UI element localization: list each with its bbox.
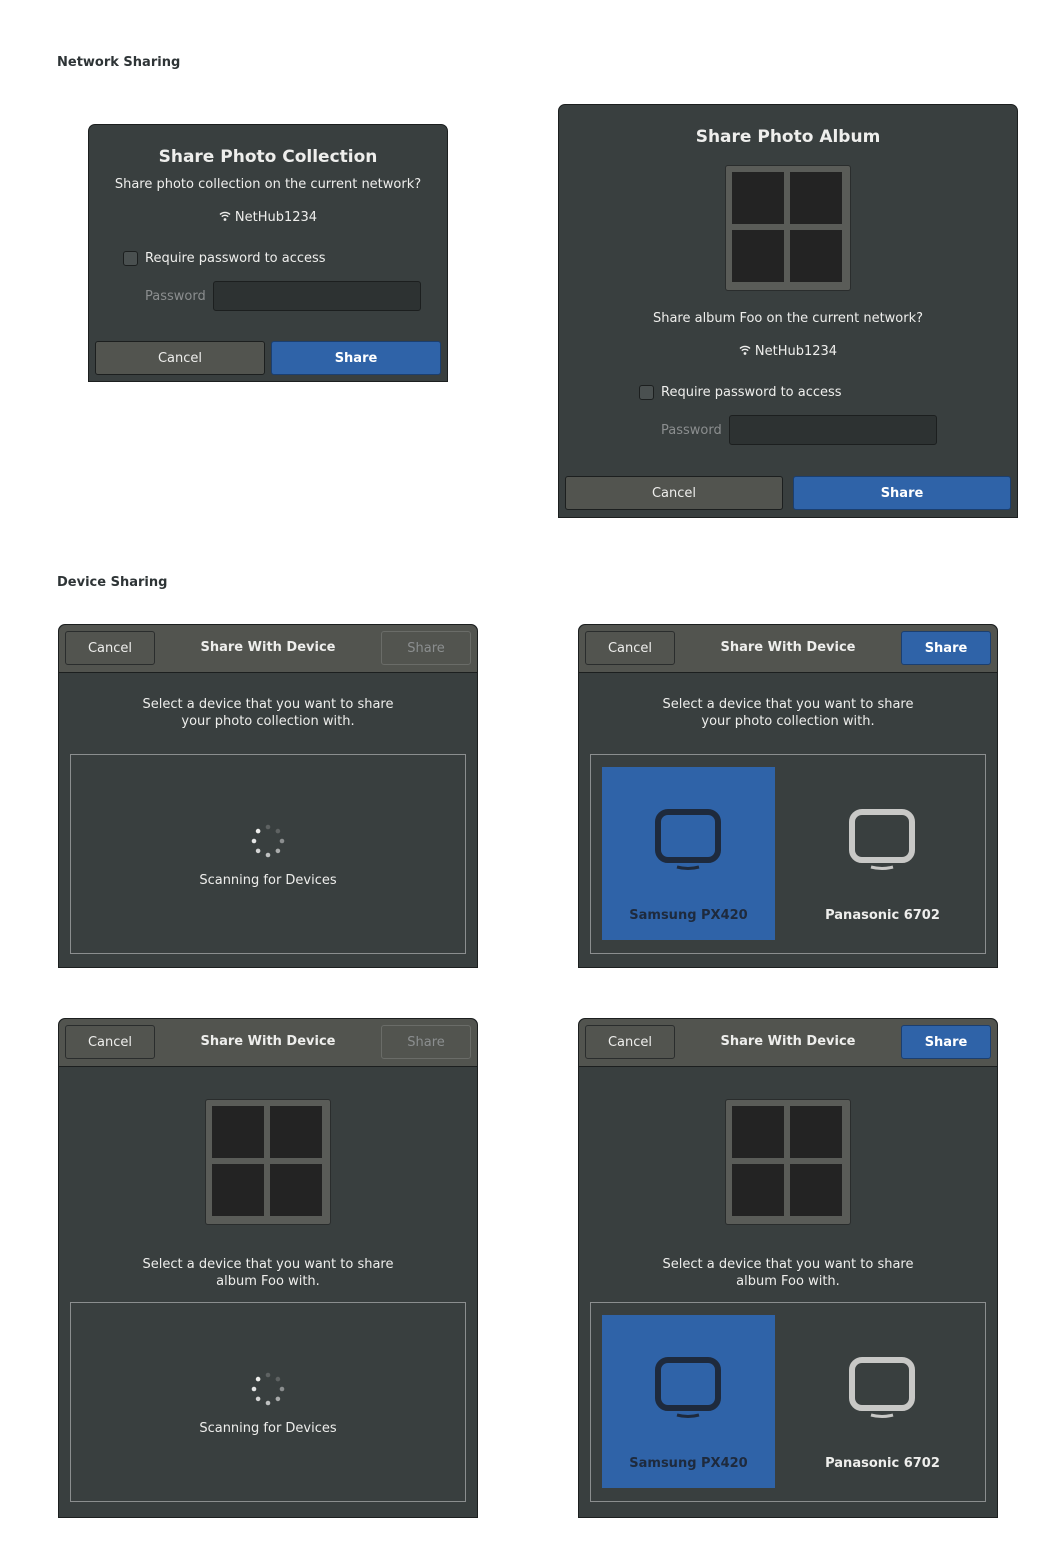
share-with-device-dialog-devices: Cancel Share With Device Share Select a … [578,624,998,968]
require-password-label: Require password to access [145,251,326,266]
prompt-line-1: Select a device that you want to share [662,697,914,712]
password-input[interactable] [729,415,937,445]
share-album-with-device-dialog-scanning: Cancel Share With Device Share Select a … [58,1018,478,1518]
prompt-line-2: your photo collection with. [701,714,875,729]
share-photo-collection-dialog: Share Photo Collection Share photo colle… [88,124,448,382]
spinner-icon [251,824,285,858]
require-password-row[interactable]: Require password to access [123,251,326,266]
dialog-title: Share Photo Collection [158,147,378,167]
headerbar: Cancel Share With Device Share [59,1019,477,1067]
share-button[interactable]: Share [901,1025,991,1059]
share-with-device-dialog-scanning: Cancel Share With Device Share Select a … [58,624,478,968]
section-title-network-sharing: Network Sharing [57,55,181,70]
share-photo-album-dialog: Share Photo Album Share album Foo on the… [558,104,1018,518]
require-password-checkbox[interactable] [639,385,654,400]
device-list: Samsung PX420 Panasonic 6702 [590,1302,986,1502]
scanning-label: Scanning for Devices [199,873,337,888]
password-label: Password [661,423,722,438]
share-question: Share photo collection on the current ne… [114,177,422,192]
headerbar: Cancel Share With Device Share [59,625,477,673]
wifi-icon [219,211,231,221]
prompt-line-1: Select a device that you want to share [142,1257,394,1272]
device-name: Samsung PX420 [629,908,748,923]
network-name: NetHub1234 [234,210,318,225]
scanning-label: Scanning for Devices [199,1421,337,1436]
require-password-row[interactable]: Require password to access [639,385,842,400]
password-label: Password [145,289,206,304]
prompt-line-2: your photo collection with. [181,714,355,729]
network-name: NetHub1234 [754,344,838,359]
device-tile[interactable]: Panasonic 6702 [796,1315,969,1488]
dialog-title: Share Photo Album [695,127,881,147]
device-tile-selected[interactable]: Samsung PX420 [602,767,775,940]
share-button[interactable]: Share [271,341,441,375]
tv-monitor-icon [849,809,915,870]
album-grid-icon [205,1099,331,1225]
tv-monitor-icon [655,1357,721,1418]
headerbar: Cancel Share With Device Share [579,625,997,673]
device-list: Samsung PX420 Panasonic 6702 [590,754,986,954]
album-grid-icon [725,1099,851,1225]
password-input[interactable] [213,281,421,311]
tv-monitor-icon [849,1357,915,1418]
device-list: Scanning for Devices [70,1302,466,1502]
prompt-line-2: album Foo with. [216,1274,320,1289]
tv-monitor-icon [655,809,721,870]
album-grid-icon [725,165,851,291]
share-question: Share album Foo on the current network? [652,311,924,326]
share-album-with-device-dialog-devices: Cancel Share With Device Share Select a … [578,1018,998,1518]
spinner-icon [251,1372,285,1406]
share-button[interactable]: Share [381,631,471,665]
device-name: Samsung PX420 [629,1456,748,1471]
device-name: Panasonic 6702 [825,908,940,923]
share-button[interactable]: Share [901,631,991,665]
device-name: Panasonic 6702 [825,1456,940,1471]
network-name-row: NetHub1234 [89,210,447,225]
cancel-button[interactable]: Cancel [95,341,265,375]
network-name-row: NetHub1234 [559,344,1017,359]
prompt-line-1: Select a device that you want to share [142,697,394,712]
require-password-checkbox[interactable] [123,251,138,266]
device-tile-selected[interactable]: Samsung PX420 [602,1315,775,1488]
section-title-device-sharing: Device Sharing [57,575,168,590]
share-button[interactable]: Share [793,476,1011,510]
prompt-line-2: album Foo with. [736,1274,840,1289]
device-tile[interactable]: Panasonic 6702 [796,767,969,940]
headerbar: Cancel Share With Device Share [579,1019,997,1067]
wifi-icon [739,345,751,355]
share-button[interactable]: Share [381,1025,471,1059]
device-list: Scanning for Devices [70,754,466,954]
require-password-label: Require password to access [661,385,842,400]
cancel-button[interactable]: Cancel [565,476,783,510]
prompt-line-1: Select a device that you want to share [662,1257,914,1272]
